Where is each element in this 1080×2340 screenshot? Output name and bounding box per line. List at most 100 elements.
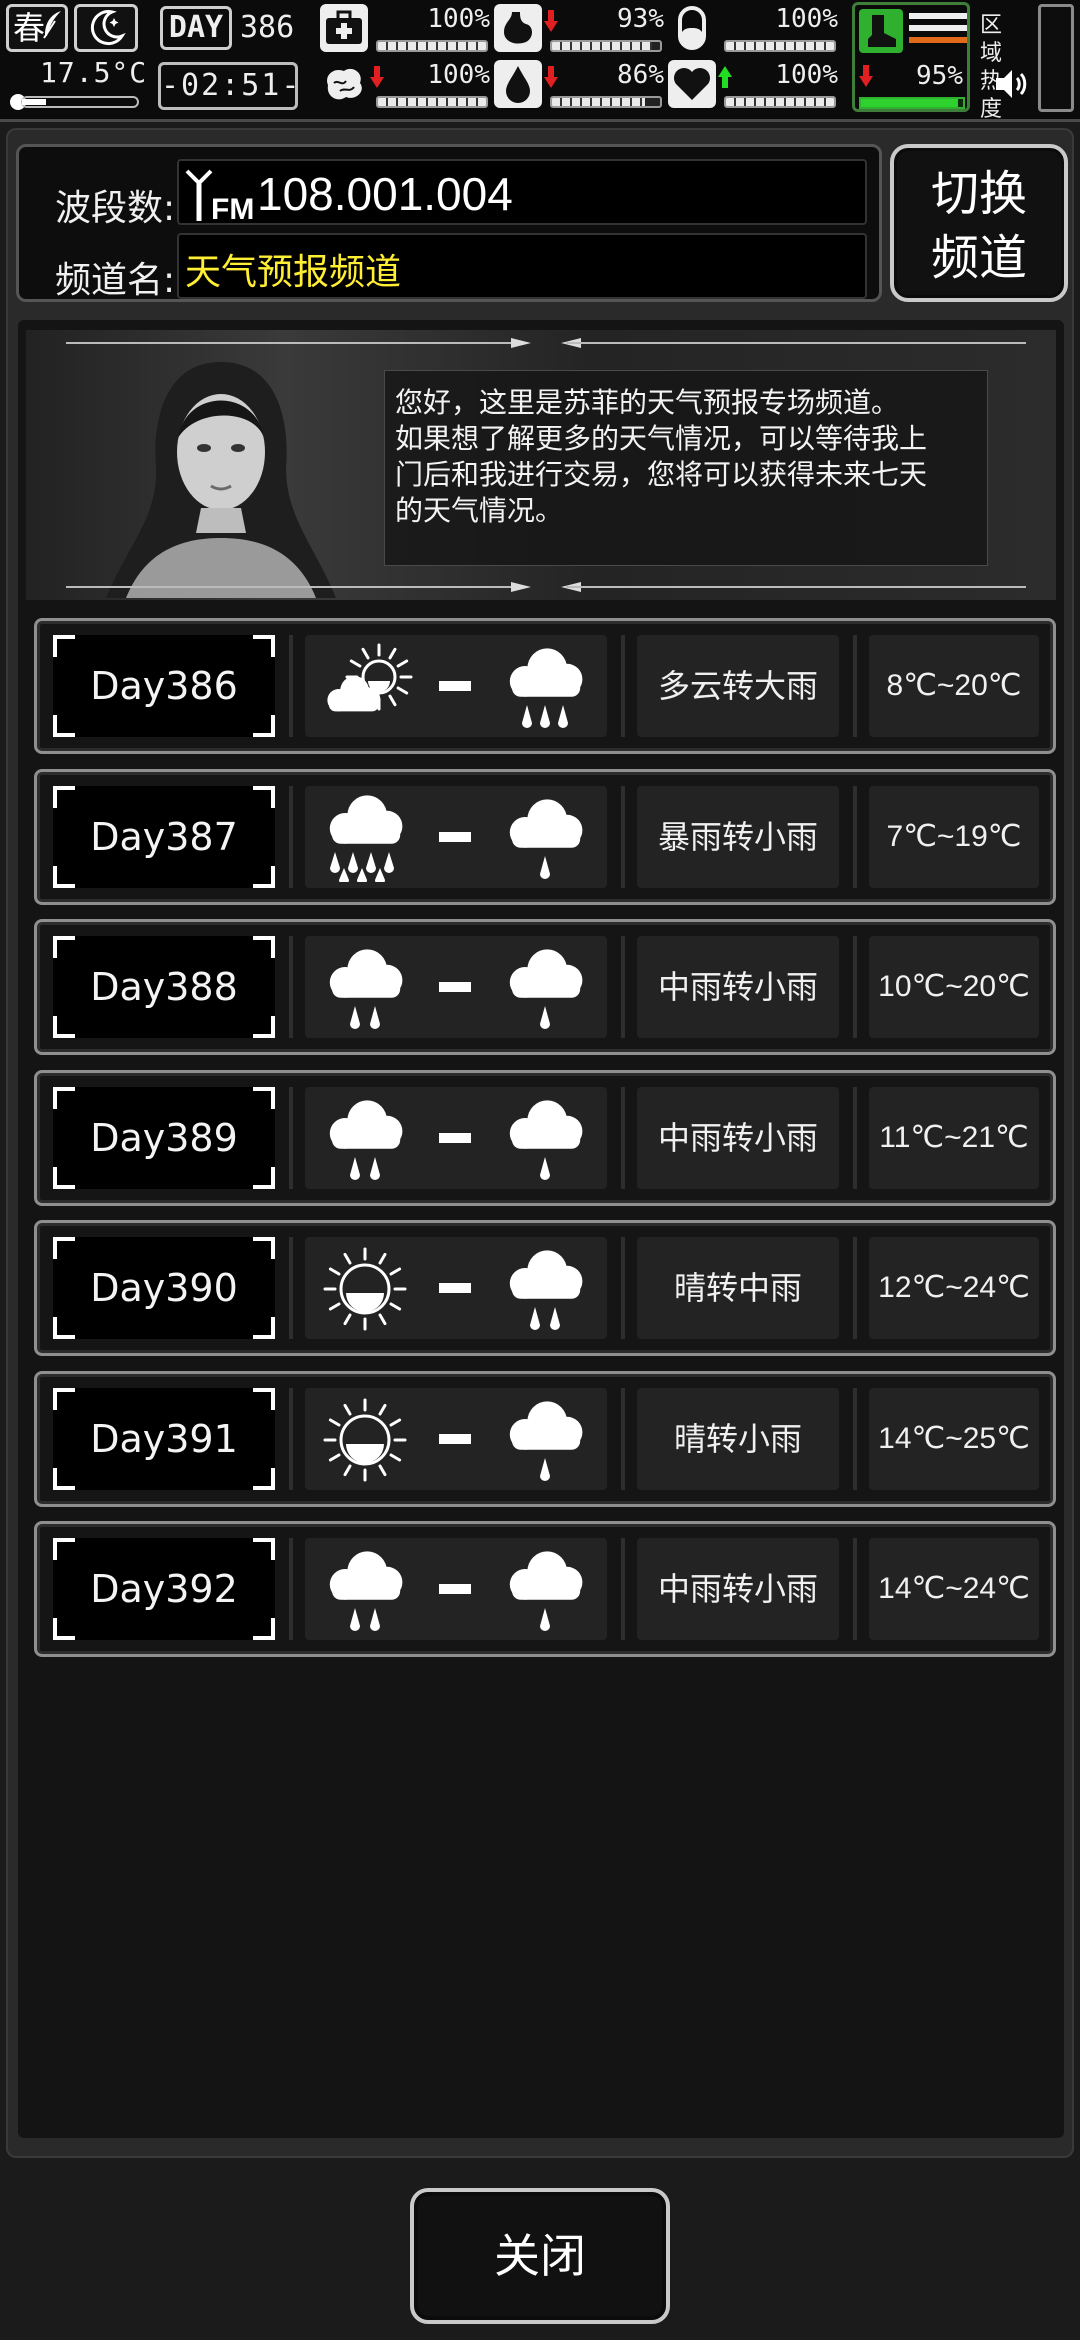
stat-bar (376, 96, 488, 108)
moderate-rain-icon (509, 1250, 583, 1330)
weather-icons (305, 785, 607, 888)
antenna-icon: FM (185, 169, 254, 223)
sunny-icon (323, 1398, 407, 1481)
forecast-row: Day392 中雨转小雨 14℃~24℃ (34, 1521, 1056, 1657)
stat-bar (724, 40, 836, 52)
light-rain-icon (509, 1099, 583, 1180)
weather-icons (305, 1237, 607, 1339)
stat-bar (376, 40, 488, 52)
channel-name: 天气预报频道 (185, 252, 402, 293)
stat-percent: 86% (617, 60, 664, 90)
day-label: Day388 (90, 965, 238, 1009)
temperature-range: 14℃~24℃ (869, 1538, 1039, 1640)
stat-hunger[interactable]: 93% (494, 4, 664, 60)
temperature-range: 10℃~20℃ (869, 936, 1039, 1038)
stat-bar (550, 96, 662, 108)
weather-description: 中雨转小雨 (637, 1086, 839, 1189)
moderate-rain-icon (329, 949, 403, 1029)
day-label: Day392 (90, 1567, 238, 1611)
forecast-row: Day391 晴转小雨 14℃~25℃ (34, 1370, 1056, 1507)
heavy-rain-icon (509, 648, 583, 728)
dash-icon (439, 681, 471, 691)
dash-icon (439, 1283, 471, 1293)
stamina-bar (859, 97, 965, 109)
temperature-range: 14℃~25℃ (869, 1387, 1039, 1490)
day-label: Day391 (90, 1416, 238, 1461)
light-rain-icon (509, 949, 583, 1029)
stat-bar (724, 96, 836, 108)
day-label: Day389 (90, 1115, 238, 1160)
temperature-range: 8℃~20℃ (869, 635, 1039, 737)
season-indicator: 春 (6, 4, 68, 52)
stat-percent: 100% (775, 4, 838, 34)
day-cell: Day390 (53, 1237, 275, 1339)
weather-icons (305, 635, 607, 737)
brain-icon (320, 60, 368, 108)
frequency-panel: 波段数: FM 108.001.004 频道名: 天气预报频道 (16, 144, 882, 302)
moon-icon (90, 10, 126, 46)
divider-ornament (66, 582, 1026, 592)
channel-display: 天气预报频道 (177, 233, 867, 299)
light-rain-icon (509, 1551, 583, 1631)
pill-icon (668, 4, 716, 52)
switch-channel-button[interactable]: 切换 频道 (890, 144, 1068, 302)
forecast-area: 您好，这里是苏菲的天气预报专场频道。 如果想了解更多的天气情况，可以等待我上 门… (18, 320, 1064, 2138)
forecast-row: Day386 多云转大雨 8℃~20℃ (34, 618, 1056, 754)
weather-description: 晴转中雨 (637, 1237, 839, 1339)
switch-label-line2: 频道 (930, 230, 1027, 286)
stat-pill[interactable]: 100% (668, 4, 838, 60)
day-label: DAY (160, 6, 232, 50)
weather-icons (305, 1387, 607, 1490)
stat-percent: 100% (775, 60, 838, 90)
message-line: 门后和我进行交易，您将可以获得未来七天 (395, 458, 928, 491)
dash-icon (439, 1132, 471, 1143)
forecast-row: Day390 晴转中雨 12℃~24℃ (34, 1220, 1056, 1356)
host-portrait (106, 362, 336, 598)
stat-percent: 93% (617, 4, 664, 34)
light-rain-icon (509, 1400, 583, 1481)
area-heat-bar (1038, 4, 1074, 112)
heart-icon (668, 60, 716, 108)
day-label: Day386 (90, 664, 238, 708)
moderate-rain-icon (329, 1099, 403, 1180)
weather-icons (305, 936, 607, 1038)
stat-sanity[interactable]: 100% (320, 60, 490, 116)
speaker-icon[interactable] (992, 66, 1028, 102)
stat-health[interactable]: 100% (320, 4, 490, 60)
storm-icon (329, 794, 403, 882)
day-cell: Day388 (53, 936, 275, 1038)
day-label: Day390 (90, 1266, 238, 1310)
temperature-readout: 17.5°C (40, 56, 148, 89)
feather-icon (43, 11, 61, 39)
partly-cloudy-icon (327, 643, 413, 712)
stat-mood[interactable]: 100% (668, 60, 838, 116)
stat-percent: 100% (427, 4, 490, 34)
frequency-value: 108.001.004 (257, 168, 513, 220)
message-line: 您好，这里是苏菲的天气预报专场频道。 (395, 386, 900, 419)
temperature-range: 11℃~21℃ (869, 1086, 1039, 1189)
stat-thirst[interactable]: 86% (494, 60, 664, 116)
day-label: Day387 (90, 814, 238, 859)
band-label: 波段数: (55, 188, 176, 229)
weather-description: 中雨转小雨 (637, 1538, 839, 1640)
forecast-row: Day389 中雨转小雨 11℃~21℃ (34, 1069, 1056, 1206)
forecast-row: Day388 中雨转小雨 10℃~20℃ (34, 919, 1056, 1055)
stamina-panel[interactable]: 95% (852, 2, 970, 112)
message-line: 的天气情况。 (395, 494, 564, 527)
night-indicator (74, 4, 138, 52)
arrow-down-icon (859, 65, 873, 87)
dash-icon (439, 982, 471, 992)
thermometer-icon (10, 94, 139, 110)
stomach-icon (494, 4, 542, 52)
day-cell: Day386 (53, 635, 275, 737)
dash-icon (439, 1584, 471, 1594)
status-bar: 春 17.5°C DAY 386 -02:51- 100% 93% 100% 1… (0, 0, 1080, 122)
temperature-range: 7℃~19℃ (869, 785, 1039, 888)
frequency-display: FM 108.001.004 (177, 159, 867, 225)
game-clock: -02:51- (158, 62, 299, 110)
close-button[interactable]: 关闭 (410, 2188, 670, 2324)
stamina-stripes (909, 13, 967, 49)
day-cell: Day391 (53, 1387, 275, 1490)
medkit-icon (320, 4, 368, 52)
temperature-range: 12℃~24℃ (869, 1237, 1039, 1339)
